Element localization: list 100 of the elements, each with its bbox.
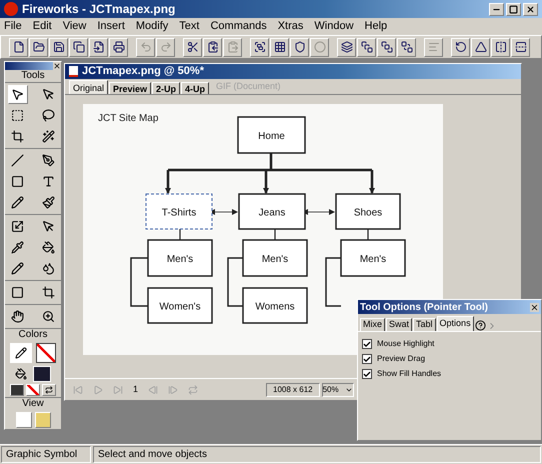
redo-icon — [160, 41, 172, 53]
maximize-button[interactable] — [506, 2, 521, 16]
swap-colors-button[interactable] — [42, 384, 56, 396]
diagram-node: Men's — [242, 239, 308, 277]
menu-item[interactable]: Window — [314, 18, 354, 35]
menu-item[interactable]: File — [4, 18, 22, 35]
panel-tab[interactable]: Swat — [386, 318, 412, 331]
minimize-button[interactable] — [489, 2, 504, 16]
triangle-button[interactable] — [471, 38, 490, 56]
hand-icon — [11, 310, 24, 323]
checkbox[interactable] — [362, 339, 372, 349]
connector-line — [179, 229, 181, 240]
panel-tab[interactable]: Mixe — [360, 318, 386, 331]
no-stroke-button[interactable] — [26, 384, 40, 396]
double-arrow — [209, 209, 238, 215]
copy-button[interactable] — [203, 38, 222, 56]
bring-front-icon — [380, 41, 392, 53]
view-tab[interactable]: 4-Up — [181, 82, 210, 94]
flip-vertical-button[interactable] — [511, 38, 530, 56]
option-label: Mouse Highlight — [377, 338, 434, 350]
flip-horizontal-icon — [494, 41, 506, 53]
panel-title: Tool Options (Pointer Tool) — [360, 300, 488, 314]
menu-item[interactable]: View — [62, 18, 86, 35]
new-file-icon — [12, 41, 24, 53]
folder-button[interactable] — [29, 38, 48, 56]
maximize-icon — [509, 4, 518, 14]
checkbox[interactable] — [362, 369, 372, 379]
connector-line — [367, 229, 369, 240]
zoom-dropdown[interactable]: 50% — [322, 382, 354, 396]
panel-tab[interactable]: Tabl — [413, 318, 436, 331]
menu-item[interactable]: Commands — [210, 18, 267, 35]
close-icon[interactable] — [530, 302, 539, 312]
view-tab[interactable]: 2-Up — [152, 82, 180, 94]
fill-icon[interactable] — [15, 368, 27, 380]
circle-icon — [314, 41, 326, 53]
menu-item[interactable]: Xtras — [278, 18, 304, 35]
swap-icon — [45, 386, 53, 394]
menu-item[interactable]: Help — [364, 18, 388, 35]
panel-heading: View — [5, 397, 61, 410]
checkbox[interactable] — [362, 354, 372, 364]
import-button[interactable] — [89, 38, 108, 56]
view-tab[interactable]: Preview — [109, 82, 152, 94]
stack-button[interactable] — [357, 38, 376, 56]
diagram-node: Men's — [147, 239, 213, 277]
zoom-icon — [42, 310, 55, 323]
new-file-button[interactable] — [9, 38, 28, 56]
cut-button[interactable] — [183, 38, 202, 56]
eyedropper-icon — [11, 241, 24, 254]
shield-button[interactable] — [290, 38, 309, 56]
app-logo-icon — [4, 2, 18, 16]
default-colors-button[interactable] — [10, 384, 24, 396]
align-icon — [428, 41, 440, 53]
paste-icon — [226, 41, 238, 53]
arrow — [165, 170, 171, 194]
send-back-icon — [400, 41, 412, 53]
option-label: Preview Drag — [377, 353, 426, 365]
rotate-button[interactable] — [451, 38, 470, 56]
paint-bucket-icon — [42, 241, 55, 254]
diagram-node: Women's — [147, 287, 213, 324]
diagram-node: Shoes — [335, 193, 401, 230]
standard-view-button[interactable] — [16, 412, 32, 428]
brush-icon — [42, 196, 55, 209]
menu-item[interactable]: Modify — [136, 18, 168, 35]
print-button[interactable] — [109, 38, 128, 56]
pointer-tool[interactable] — [8, 85, 28, 104]
pencil-icon — [15, 347, 27, 359]
connector-line — [274, 229, 276, 240]
reshape-icon — [42, 220, 55, 233]
bring-front-button[interactable] — [377, 38, 396, 56]
panel-heading: Colors — [5, 328, 61, 341]
close-button[interactable] — [523, 2, 538, 16]
grid-button[interactable] — [270, 38, 289, 56]
grid-icon — [274, 41, 286, 53]
print-icon — [112, 41, 124, 53]
save-button[interactable] — [49, 38, 68, 56]
menu-item[interactable]: Text — [179, 18, 200, 35]
no-color-swatch[interactable] — [36, 343, 56, 363]
layers-button[interactable] — [337, 38, 356, 56]
menu-item[interactable]: Insert — [97, 18, 125, 35]
frame-number: 1 — [133, 382, 138, 396]
close-icon[interactable] — [53, 62, 61, 70]
stroke-color-button[interactable] — [10, 343, 32, 363]
view-tab[interactable]: Original — [69, 80, 108, 94]
panel-tab[interactable]: Options — [436, 316, 474, 331]
menu-item[interactable]: Edit — [32, 18, 52, 35]
bracket-line — [325, 257, 341, 307]
group-button[interactable] — [250, 38, 269, 56]
full-screen-view-button[interactable] — [34, 412, 50, 428]
crop-icon — [11, 130, 24, 143]
close-icon — [526, 4, 535, 14]
pages-button[interactable] — [69, 38, 88, 56]
diagram-node: Jeans — [238, 193, 306, 230]
panel-heading: Tools — [21, 70, 45, 82]
marquee-icon — [11, 109, 24, 122]
help-icon[interactable] — [474, 320, 486, 331]
send-back-button[interactable] — [397, 38, 416, 56]
arrow — [369, 170, 375, 194]
undo-icon — [140, 41, 152, 53]
fill-color-swatch[interactable] — [33, 366, 51, 382]
flip-horizontal-button[interactable] — [491, 38, 510, 56]
